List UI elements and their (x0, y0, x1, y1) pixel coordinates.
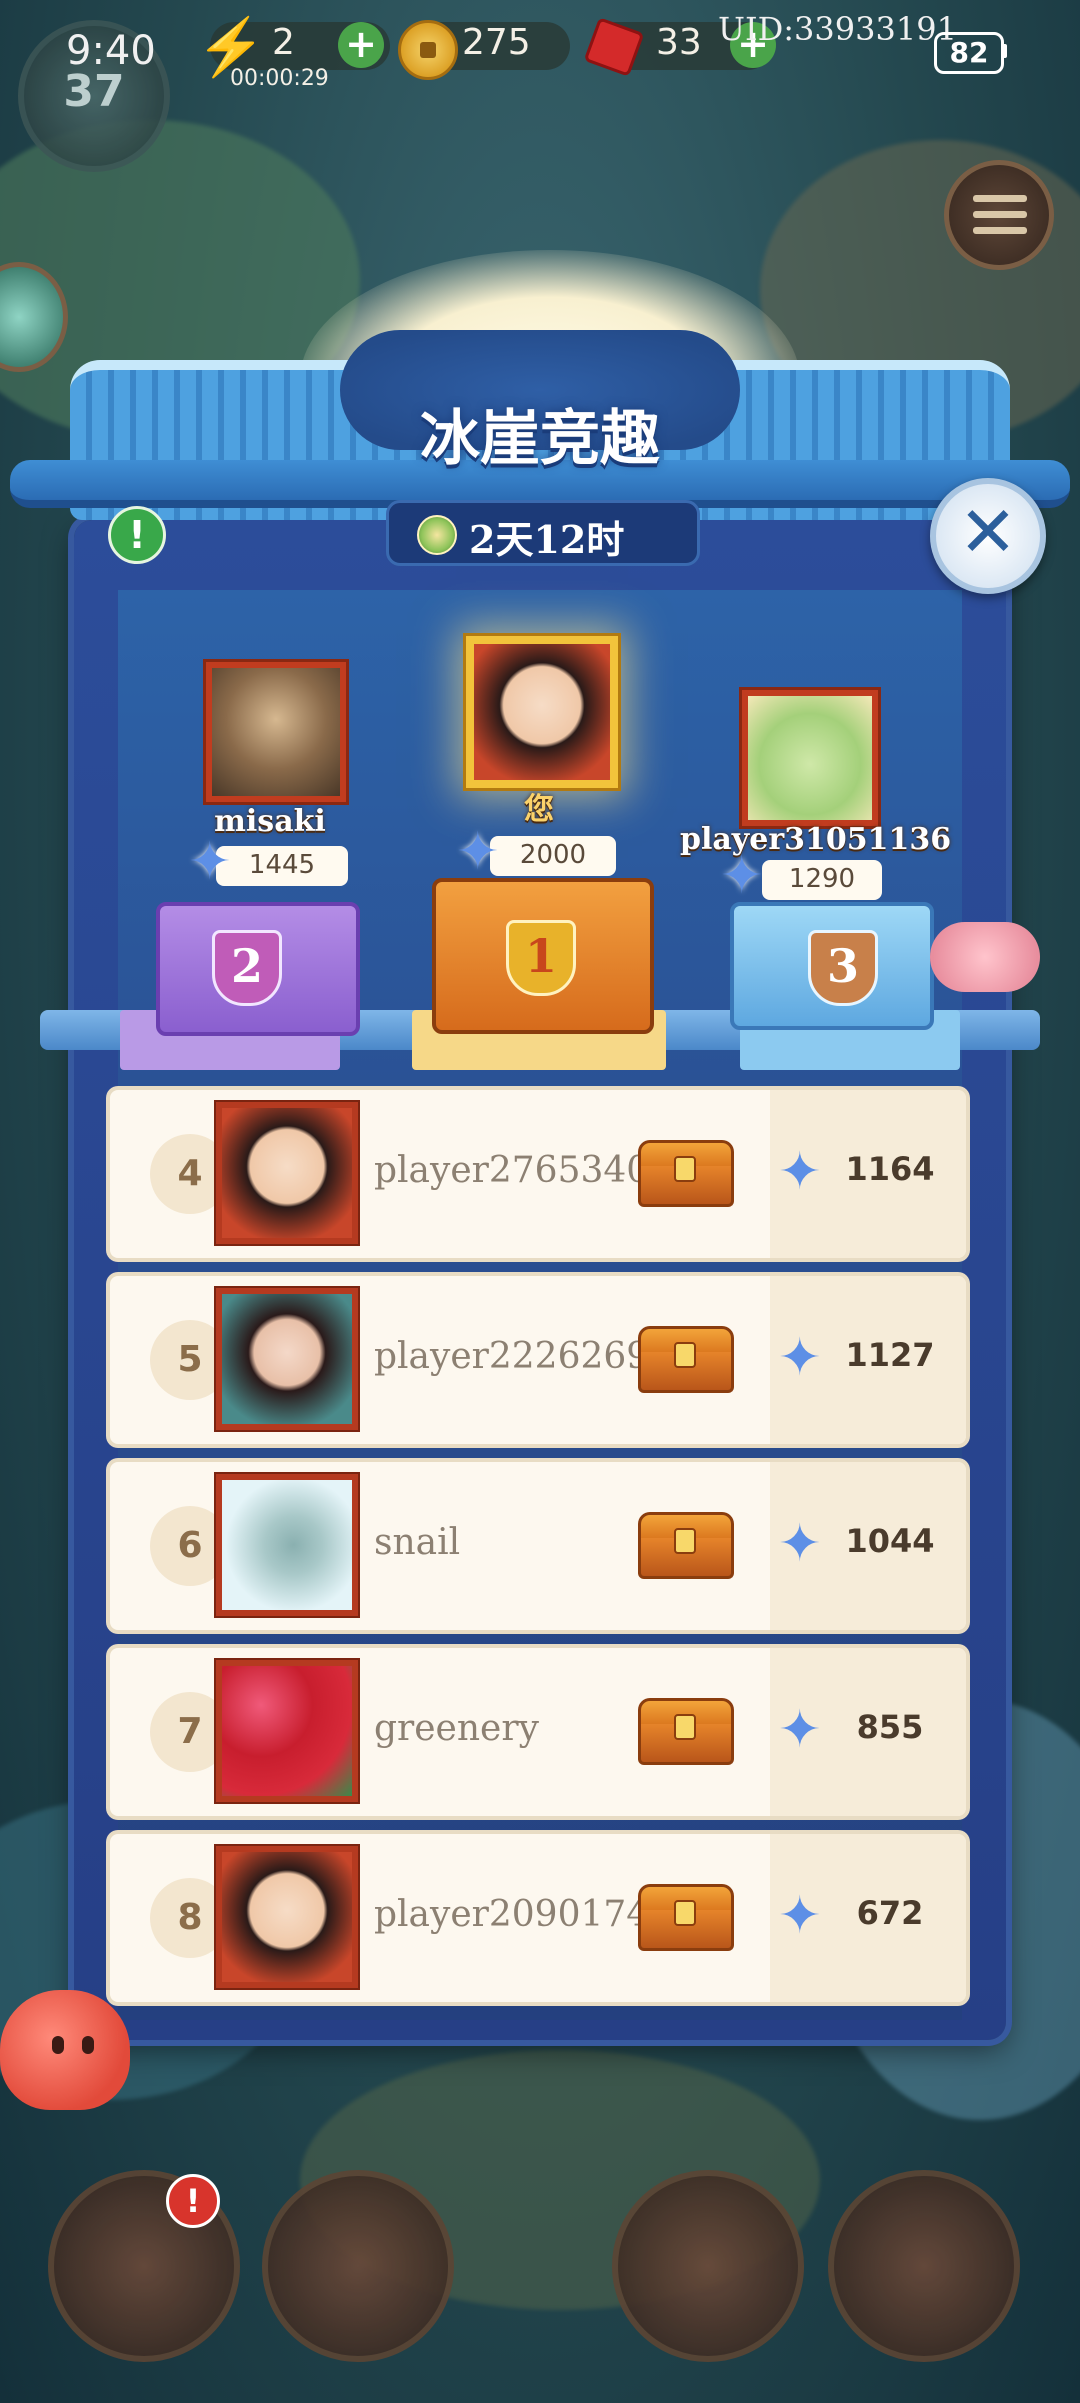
rank-3-shield: 3 (808, 930, 878, 1006)
rank-1-shield: 1 (506, 920, 576, 996)
star-icon: ✦ (778, 1142, 822, 1202)
player-name: player27653405 (374, 1150, 673, 1191)
leaderboard-row-6[interactable]: 6 snail ✦ 1044 (110, 1462, 966, 1630)
battery-indicator: 82 (934, 32, 1004, 74)
energy-timer: 00:00:29 (230, 66, 329, 91)
timer-text: 2天12时 (469, 517, 625, 562)
player-avatar[interactable] (216, 1846, 358, 1988)
player-score: 672 (856, 1894, 924, 1932)
player-score: 855 (856, 1708, 924, 1746)
star-icon: ✦ (778, 1886, 822, 1946)
rank-2-shield: 2 (212, 930, 282, 1006)
reward-chest-icon[interactable] (638, 1140, 734, 1207)
event-timer: 2天12时 (386, 500, 700, 566)
reward-chest-icon[interactable] (638, 1326, 734, 1393)
player-score: 1127 (845, 1336, 935, 1374)
player-name: player20901741 (374, 1894, 673, 1935)
leaderboard-row-5[interactable]: 5 player22262694 ✦ 1127 (110, 1276, 966, 1444)
status-time: 9:40 (66, 28, 156, 74)
player-name: snail (374, 1522, 461, 1563)
bottom-shop-button[interactable] (612, 2170, 804, 2362)
user-id: UID:33933191 (718, 10, 957, 48)
notification-badge: ! (166, 2174, 220, 2228)
menu-icon (973, 195, 1027, 243)
status-bar: 37 9:40 ⚡ 2 00:00:29 + 275 33 + UID:3393… (0, 0, 1080, 172)
player-score: 1044 (845, 1522, 935, 1560)
reward-chest-icon[interactable] (638, 1698, 734, 1765)
energy-count: 2 (272, 22, 295, 63)
player-score: 1164 (845, 1150, 935, 1188)
info-alert-icon[interactable]: ! (108, 506, 166, 564)
rank-3-name: player31051136 (680, 822, 952, 857)
battery-tip (1002, 44, 1007, 58)
player-avatar[interactable] (216, 1474, 358, 1616)
player-avatar[interactable] (216, 1102, 358, 1244)
reward-chest-icon[interactable] (638, 1512, 734, 1579)
rank-2-score: 1445 (216, 846, 348, 886)
coin-count: 275 (462, 22, 531, 63)
bottom-teapot-button[interactable] (828, 2170, 1020, 2362)
rank-3-avatar[interactable] (742, 690, 878, 826)
clock-icon (417, 515, 457, 555)
leaderboard-row-4[interactable]: 4 player27653405 ✦ 1164 (110, 1090, 966, 1258)
close-button[interactable]: ✕ (930, 478, 1046, 594)
player-avatar[interactable] (216, 1660, 358, 1802)
cherry-tree-decor (930, 922, 1040, 992)
rank-2-star-icon: ✦ (188, 832, 232, 892)
rank-3-star-icon: ✦ (720, 846, 764, 906)
rank-3-score: 1290 (762, 860, 882, 900)
leaderboard-row-8[interactable]: 8 player20901741 ✦ 672 (110, 1834, 966, 2002)
rank-1-score: 2000 (490, 836, 616, 876)
menu-button[interactable] (944, 160, 1054, 270)
add-energy-button[interactable]: + (338, 22, 384, 68)
reward-chest-icon[interactable] (638, 1884, 734, 1951)
coin-icon (398, 20, 458, 80)
player-name: player22262694 (374, 1336, 673, 1377)
mascot-character[interactable] (0, 1990, 130, 2110)
leaderboard-row-7[interactable]: 7 greenery ✦ 855 (110, 1648, 966, 1816)
panel-title: 冰崖竞趣 (420, 404, 660, 474)
player-avatar[interactable] (216, 1288, 358, 1430)
star-icon: ✦ (778, 1514, 822, 1574)
rank-1-star-icon: ✦ (456, 822, 500, 882)
bottom-character-button[interactable] (262, 2170, 454, 2362)
gem-count: 33 (656, 22, 702, 63)
star-icon: ✦ (778, 1700, 822, 1760)
rank-1-avatar[interactable] (466, 636, 618, 788)
rank-2-avatar[interactable] (206, 662, 346, 802)
close-icon: ✕ (958, 491, 1018, 573)
star-icon: ✦ (778, 1328, 822, 1388)
player-name: greenery (374, 1708, 539, 1749)
